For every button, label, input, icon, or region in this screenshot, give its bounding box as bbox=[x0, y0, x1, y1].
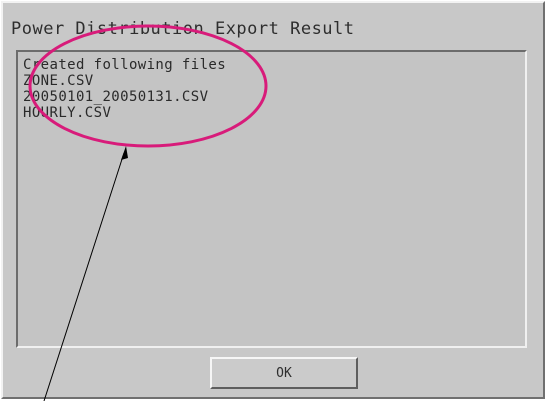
file-item-zone: ZONE.CSV bbox=[23, 73, 94, 89]
file-item-hourly: HOURLY.CSV bbox=[23, 105, 112, 121]
screenshot-stage: Power Distribution Export Result Created… bbox=[0, 0, 550, 401]
message-list-box[interactable]: Created following files ZONE.CSV 2005010… bbox=[16, 50, 527, 348]
ok-button[interactable]: OK bbox=[210, 357, 358, 389]
message-header: Created following files bbox=[23, 57, 227, 73]
dialog-title: Power Distribution Export Result bbox=[11, 19, 355, 39]
export-result-dialog: Power Distribution Export Result Created… bbox=[1, 1, 545, 399]
file-item-date-range: 20050101_20050131.CSV bbox=[23, 89, 209, 105]
